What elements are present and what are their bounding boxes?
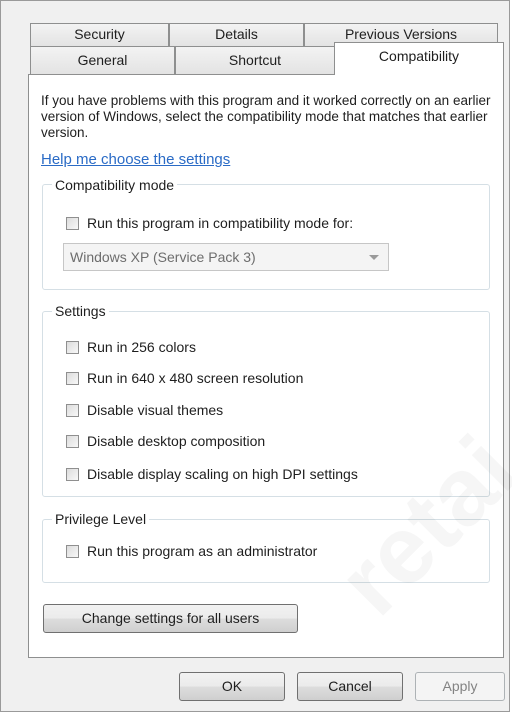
checkbox[interactable] — [66, 371, 79, 385]
ok-button[interactable]: OK — [179, 672, 285, 701]
privilege-level-title: Privilege Level — [52, 511, 150, 527]
option-label: Disable display scaling on high DPI sett… — [87, 466, 358, 482]
run-as-admin-row[interactable]: Run this program as an administrator — [66, 542, 317, 560]
chevron-down-icon — [369, 255, 379, 260]
checkbox[interactable] — [66, 434, 79, 448]
compatibility-mode-group — [42, 184, 490, 290]
option-label: Run in 640 x 480 screen resolution — [87, 370, 304, 386]
option-640x480[interactable]: Run in 640 x 480 screen resolution — [66, 369, 303, 387]
option-label: Disable visual themes — [87, 402, 224, 418]
checkbox[interactable] — [66, 467, 79, 481]
cancel-button[interactable]: Cancel — [297, 672, 403, 701]
run-as-admin-label: Run this program as an administrator — [87, 543, 318, 559]
tab-general[interactable]: General — [30, 46, 175, 74]
apply-button[interactable]: Apply — [415, 672, 505, 701]
option-disable-desktop-composition[interactable]: Disable desktop composition — [66, 432, 265, 450]
tab-details[interactable]: Details — [169, 23, 304, 46]
checkbox[interactable] — [66, 340, 79, 354]
help-link[interactable]: Help me choose the settings — [41, 151, 230, 168]
option-label: Run in 256 colors — [87, 339, 196, 355]
change-settings-all-users-button[interactable]: Change settings for all users — [43, 604, 298, 633]
properties-dialog: Security Details Previous Versions Gener… — [0, 0, 510, 712]
option-disable-dpi-scaling[interactable]: Disable display scaling on high DPI sett… — [66, 465, 358, 483]
run-as-admin-checkbox[interactable] — [66, 544, 79, 558]
intro-text: If you have problems with this program a… — [41, 93, 491, 140]
os-version-select[interactable]: Windows XP (Service Pack 3) — [63, 243, 389, 271]
tab-shortcut[interactable]: Shortcut — [175, 46, 335, 74]
compatibility-mode-checkbox-row[interactable]: Run this program in compatibility mode f… — [66, 214, 353, 232]
option-label: Disable desktop composition — [87, 433, 266, 449]
settings-title: Settings — [52, 303, 109, 319]
os-version-value: Windows XP (Service Pack 3) — [70, 249, 256, 265]
tab-compatibility[interactable]: Compatibility — [334, 42, 504, 75]
compatibility-mode-label: Run this program in compatibility mode f… — [87, 215, 354, 231]
compatibility-mode-checkbox[interactable] — [66, 216, 79, 230]
checkbox[interactable] — [66, 403, 79, 417]
compatibility-mode-title: Compatibility mode — [52, 177, 178, 193]
tab-security[interactable]: Security — [30, 23, 169, 46]
option-disable-visual-themes[interactable]: Disable visual themes — [66, 401, 223, 419]
option-256-colors[interactable]: Run in 256 colors — [66, 338, 196, 356]
